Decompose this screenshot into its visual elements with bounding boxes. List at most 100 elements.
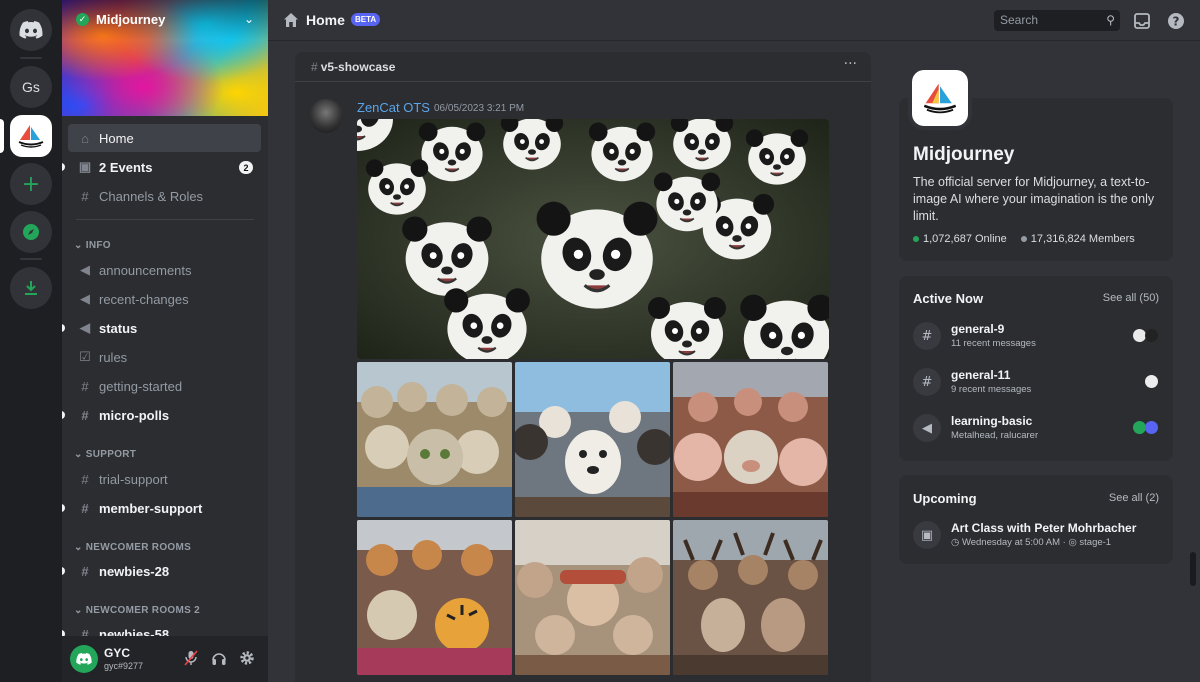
upcoming-see-all[interactable]: See all (2): [1109, 492, 1159, 504]
sidebar-item-home[interactable]: ⌂ Home: [68, 124, 261, 152]
active-item-name: general-11: [951, 368, 1011, 382]
channel-micro-polls[interactable]: # micro-polls: [68, 401, 261, 429]
active-item-name: general-9: [951, 322, 1005, 336]
discord-logo-icon: [19, 21, 43, 39]
server-banner[interactable]: ✓ Midjourney ⌄: [62, 0, 268, 116]
verified-badge-icon: ✓: [76, 13, 89, 26]
page-title: Home: [306, 12, 345, 28]
plus-icon: +: [21, 171, 41, 197]
active-item-sub: Metalhead, ralucarer: [951, 430, 1039, 441]
feed-channel-name[interactable]: # v5-showcase: [311, 60, 395, 74]
category-info[interactable]: ⌄ INFO: [74, 240, 111, 251]
event-separator: ·: [1062, 537, 1066, 548]
megaphone-icon: ◀: [80, 291, 90, 306]
hash-icon: #: [81, 471, 89, 487]
megaphone-icon: ◀: [80, 320, 90, 335]
channel-recent-changes[interactable]: ◀ recent-changes: [68, 285, 261, 313]
goats-image[interactable]: [673, 520, 828, 675]
active-now-card: Active Now See all (50) # general-9 11 r…: [899, 276, 1173, 461]
sidebar-item-label: 2 Events: [99, 159, 153, 175]
server-midjourney[interactable]: [10, 115, 52, 157]
headphones-icon[interactable]: [210, 650, 228, 668]
channel-trial-support[interactable]: # trial-support: [68, 465, 261, 493]
discord-logo-icon: [76, 653, 92, 665]
channel-label: newbies-28: [99, 563, 170, 579]
category-label: INFO: [85, 240, 111, 251]
unread-indicator: [62, 324, 65, 332]
active-item-general-9[interactable]: # general-9 11 recent messages: [913, 320, 1163, 354]
category-newcomer-rooms-2[interactable]: ⌄ NEWCOMER ROOMS 2: [74, 605, 200, 616]
channel-announcements[interactable]: ◀ announcements: [68, 256, 261, 284]
scrollbar-thumb[interactable]: [1190, 552, 1196, 586]
mute-mic-icon[interactable]: [182, 650, 200, 668]
category-newcomer-rooms[interactable]: ⌄ NEWCOMER ROOMS: [74, 542, 191, 553]
chevron-down-icon[interactable]: ⌄: [244, 12, 254, 26]
avatar[interactable]: [70, 645, 98, 673]
channel-label: recent-changes: [99, 291, 189, 307]
midjourney-boat-icon: [18, 125, 44, 148]
channel-member-support[interactable]: # member-support: [68, 494, 261, 522]
server-title: Midjourney: [913, 144, 1015, 165]
upcoming-event[interactable]: ▣ Art Class with Peter Mohrbacher ◷ Wedn…: [913, 519, 1163, 553]
panda-group-image[interactable]: [357, 119, 829, 359]
dogs-image[interactable]: [515, 362, 670, 517]
channel-newbies-28[interactable]: # newbies-28: [68, 557, 261, 585]
sidebar-item-channels-roles[interactable]: # Channels & Roles: [68, 182, 261, 210]
avatar: [1145, 329, 1158, 342]
unread-indicator: [62, 163, 65, 171]
active-server-indicator: [0, 119, 4, 153]
upcoming-title: Upcoming: [913, 491, 977, 506]
user-tag: gyc#9277: [104, 661, 144, 671]
active-item-learning-basic[interactable]: ◀ learning-basic Metalhead, ralucarer: [913, 412, 1163, 446]
sidebar-item-label: Home: [99, 130, 134, 146]
active-item-sub: 9 recent messages: [951, 384, 1032, 395]
beta-badge: BETA: [351, 13, 381, 26]
channel-status[interactable]: ◀ status: [68, 314, 261, 342]
event-stage: stage-1: [1079, 537, 1112, 548]
svg-text:?: ?: [1173, 15, 1180, 29]
settings-gear-icon[interactable]: [238, 650, 256, 668]
events-count-badge: 2: [239, 161, 253, 174]
author-avatar[interactable]: [309, 99, 343, 133]
explore-servers-button[interactable]: [10, 211, 52, 253]
cats-image[interactable]: [357, 362, 512, 517]
message-author[interactable]: ZenCat OTS: [357, 100, 430, 115]
search-input[interactable]: Search ⚲: [994, 10, 1120, 31]
server-name: Midjourney: [96, 12, 166, 27]
people-image[interactable]: [515, 520, 670, 675]
channel-label: status: [99, 320, 138, 336]
active-now-see-all[interactable]: See all (50): [1103, 292, 1159, 304]
add-server-button[interactable]: +: [10, 163, 52, 205]
active-item-general-11[interactable]: # general-11 9 recent messages: [913, 366, 1163, 400]
server-gs-label: Gs: [22, 79, 40, 95]
unread-indicator: [62, 504, 65, 512]
hash-icon: #: [81, 563, 89, 579]
event-time: Wednesday at 5:00 AM: [961, 537, 1060, 548]
sidebar-item-events[interactable]: ▣ 2 Events 2: [68, 153, 261, 181]
top-bar: Home BETA Search ⚲ ?: [268, 0, 1200, 41]
server-gs[interactable]: Gs: [10, 66, 52, 108]
rail-separator: [20, 258, 42, 260]
category-support[interactable]: ⌄ SUPPORT: [74, 449, 136, 460]
tigers-image[interactable]: [357, 520, 512, 675]
event-name: Art Class with Peter Mohrbacher: [951, 521, 1137, 535]
discord-home-button[interactable]: [10, 9, 52, 51]
sidebar-divider: [76, 219, 254, 220]
rules-checkbox-icon: ☑: [79, 349, 91, 364]
download-apps-button[interactable]: [10, 267, 52, 309]
channel-label: member-support: [99, 500, 203, 516]
channel-rules[interactable]: ☑ rules: [68, 343, 261, 371]
more-options-icon[interactable]: ···: [844, 56, 857, 72]
username: GYC: [104, 646, 131, 660]
channel-getting-started[interactable]: # getting-started: [68, 372, 261, 400]
calendar-icon: ▣: [913, 521, 941, 549]
home-icon: ⌂: [81, 130, 89, 146]
active-item-name: learning-basic: [951, 414, 1033, 428]
stage-speaker-icon: ◀: [913, 414, 941, 442]
server-rail: Gs +: [0, 0, 62, 682]
help-icon[interactable]: ?: [1167, 12, 1185, 30]
midjourney-boat-icon: [923, 83, 957, 114]
category-label: SUPPORT: [85, 449, 137, 460]
pigs-image[interactable]: [673, 362, 828, 517]
inbox-icon[interactable]: [1133, 12, 1151, 30]
